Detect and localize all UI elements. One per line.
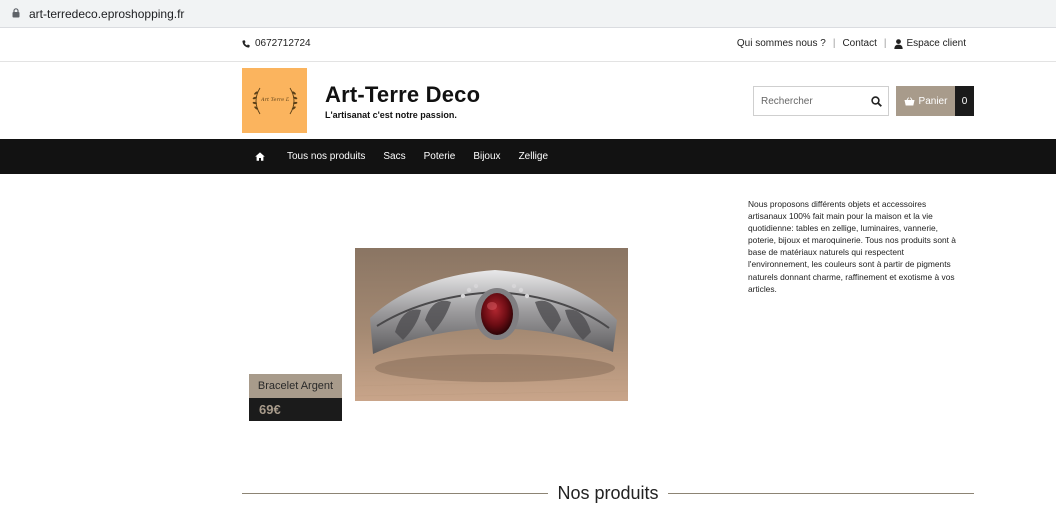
basket-icon (904, 96, 915, 105)
lock-icon (12, 8, 20, 18)
cart-count-badge[interactable]: 0 (955, 86, 974, 116)
nav-item-zellige[interactable]: Zellige (510, 139, 557, 174)
account-link[interactable]: Espace client (893, 38, 966, 49)
browser-address-bar[interactable]: art-terredeco.eproshopping.fr (0, 0, 1056, 28)
nav-item-bijoux[interactable]: Bijoux (464, 139, 509, 174)
main-navigation: Tous nos produits Sacs Poterie Bijoux Ze… (0, 139, 1056, 174)
contact-link[interactable]: Contact (842, 38, 876, 49)
divider-line (667, 492, 974, 494)
link-divider: | (832, 38, 836, 49)
phone-number[interactable]: 0672712724 (255, 38, 311, 49)
site-logo[interactable]: Art Terre Deco (242, 68, 307, 133)
bracelet-photo (355, 248, 628, 401)
search-box (753, 86, 889, 116)
shop-description: Nous proposons différents objets et acce… (748, 199, 956, 294)
account-label[interactable]: Espace client (907, 38, 966, 49)
featured-product-name[interactable]: Bracelet Argent (249, 374, 342, 398)
about-link[interactable]: Qui sommes nous ? (737, 38, 826, 49)
brand-tagline: L'artisanat c'est notre passion. (325, 110, 457, 120)
browser-url[interactable]: art-terredeco.eproshopping.fr (29, 7, 184, 21)
cart-button[interactable]: Panier (896, 86, 955, 116)
nav-item-tous-nos-produits[interactable]: Tous nos produits (278, 139, 374, 174)
link-divider: | (883, 38, 887, 49)
laurel-wreath-logo: Art Terre Deco (252, 87, 297, 114)
search-icon[interactable] (871, 96, 882, 107)
user-icon (893, 38, 903, 49)
phone-icon (242, 39, 250, 48)
nav-item-sacs[interactable]: Sacs (374, 139, 414, 174)
cart-label[interactable]: Panier (919, 96, 948, 107)
home-link[interactable] (242, 139, 278, 174)
divider-line (242, 492, 549, 494)
search-input[interactable] (754, 87, 864, 115)
phone-contact[interactable]: 0672712724 (242, 38, 311, 49)
products-section-header: Nos produits (242, 480, 974, 506)
nav-item-poterie[interactable]: Poterie (415, 139, 465, 174)
home-icon (255, 152, 265, 161)
featured-product-image[interactable] (355, 248, 628, 401)
site-header: Art Terre Deco Art-Terre Deco L'artisana… (0, 62, 1056, 139)
brand-name[interactable]: Art-Terre Deco (325, 82, 480, 108)
brand: Art-Terre Deco L'artisanat c'est notre p… (325, 82, 480, 120)
featured-product-price: 69€ (249, 398, 342, 421)
logo-text: Art Terre Deco (260, 96, 289, 103)
section-title: Nos produits (557, 482, 659, 503)
top-info-bar: 0672712724 Qui sommes nous ? | Contact |… (0, 28, 1056, 62)
top-links: Qui sommes nous ? | Contact | Espace cli… (737, 38, 966, 49)
